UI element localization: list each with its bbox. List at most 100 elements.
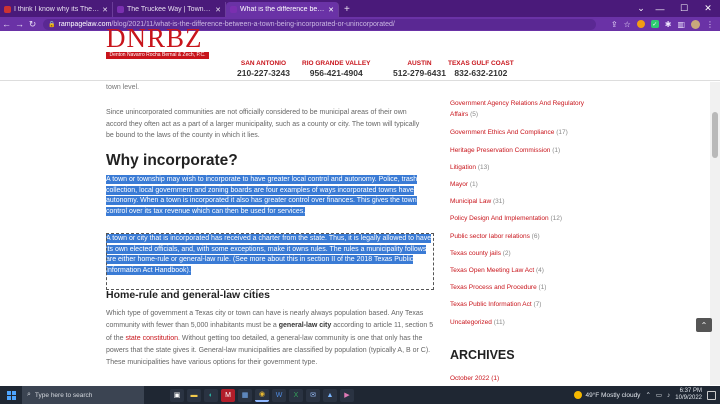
edge-icon[interactable]: ◐: [204, 388, 218, 402]
article-paragraph: Which type of government a Texas city or…: [106, 308, 436, 369]
category-count: (4): [536, 267, 544, 274]
office-city: TEXAS GULF COAST: [448, 60, 514, 67]
taskbar-search[interactable]: ⌕ Type here to search: [22, 386, 144, 404]
sidebar-categories: Government Agency Relations And Regulato…: [450, 82, 610, 386]
category-link[interactable]: Policy Design And Implementation (12): [450, 215, 562, 222]
category-link[interactable]: Public sector labor relations (6): [450, 233, 540, 240]
new-tab-button[interactable]: +: [339, 2, 355, 17]
category-count: (12): [550, 215, 563, 222]
notifications-icon[interactable]: [707, 390, 716, 400]
system-clock[interactable]: 6:37 PM 10/9/2022: [675, 388, 702, 402]
archive-link[interactable]: October 2022 (1): [450, 375, 499, 382]
office-austin: AUSTIN 512-279-6431: [393, 60, 446, 78]
category-link[interactable]: Heritage Preservation Commission (1): [450, 147, 560, 154]
bold-term: general-law city: [278, 322, 332, 330]
category-link[interactable]: Municipal Law (31): [450, 198, 505, 205]
logo-subtitle: Denton Navarro Rocha Bernal & Zech, P.C.: [106, 52, 209, 59]
tray-chevron-icon[interactable]: ⌃: [645, 391, 650, 399]
category-count: (11): [493, 319, 505, 326]
start-button[interactable]: [0, 386, 22, 404]
excel-icon[interactable]: X: [289, 388, 303, 402]
sidebar-icon[interactable]: ▥: [677, 20, 685, 29]
mcafee-icon[interactable]: M: [221, 388, 235, 402]
extension-icons: ⇪ ☆ ✓ ✱ ▥ ⋮: [611, 19, 720, 29]
office-phone[interactable]: 956-421-4904: [302, 68, 371, 78]
category-count: (1): [552, 147, 561, 154]
selected-paragraph: A town or city that is incorporated has …: [106, 234, 434, 276]
category-count: (5): [470, 111, 479, 118]
category-link[interactable]: Government Agency Relations And Regulato…: [450, 98, 600, 120]
extensions-puzzle-icon[interactable]: ✱: [665, 20, 672, 29]
search-icon: ⌕: [27, 391, 31, 398]
category-link[interactable]: Government Ethics And Compliance (17): [450, 129, 568, 136]
file-explorer-icon[interactable]: ▬: [187, 388, 201, 402]
back-icon[interactable]: ←: [0, 17, 13, 31]
category-link[interactable]: Texas Process and Procedure (1): [450, 284, 546, 291]
word-icon[interactable]: W: [272, 388, 286, 402]
office-san-antonio: SAN ANTONIO 210-227-3243: [237, 60, 290, 78]
close-tab-icon[interactable]: ✕: [102, 6, 108, 14]
archives-heading: ARCHIVES: [450, 348, 515, 362]
taskbar-apps: ▣ ▬ ◐ M ▦ ◉ W X ✉ ▲ ▶: [170, 388, 354, 402]
category-link[interactable]: Texas county jails (2): [450, 250, 511, 257]
forward-icon[interactable]: →: [13, 17, 26, 31]
mail-icon[interactable]: ✉: [306, 388, 320, 402]
category-label: Municipal Law: [450, 198, 492, 205]
category-label: Litigation: [450, 164, 477, 171]
category-link[interactable]: Litigation (13): [450, 164, 489, 171]
office-city: SAN ANTONIO: [240, 60, 287, 67]
office-city: RIO GRANDE VALLEY: [302, 60, 371, 67]
selected-paragraph: A town or township may wish to incorpora…: [106, 175, 434, 217]
state-constitution-link[interactable]: state constitution: [125, 335, 178, 342]
logo-text: DNRBZ: [106, 23, 203, 53]
profile-avatar-icon[interactable]: [691, 19, 700, 29]
media-icon[interactable]: ▶: [340, 388, 354, 402]
office-phone[interactable]: 512-279-6431: [393, 68, 446, 78]
lock-icon: 🔒: [48, 21, 56, 28]
extension-check-icon[interactable]: ✓: [650, 20, 659, 28]
extension-orange-icon[interactable]: [636, 20, 645, 28]
category-label: Texas county jails: [450, 250, 501, 257]
scrollbar-thumb[interactable]: [712, 112, 718, 158]
task-view-icon[interactable]: ▣: [170, 388, 184, 402]
close-tab-icon[interactable]: ✕: [215, 6, 221, 14]
category-label: Mayor: [450, 181, 469, 188]
weather-text: 49°F Mostly cloudy: [585, 391, 641, 399]
youtube-favicon-icon: [4, 6, 11, 13]
category-count: (17): [556, 129, 568, 136]
category-link[interactable]: Texas Open Meeting Law Act (4): [450, 267, 544, 274]
minimize-icon[interactable]: —: [648, 0, 672, 17]
close-tab-icon[interactable]: ✕: [328, 6, 334, 14]
reload-icon[interactable]: ↻: [26, 17, 39, 31]
menu-dots-icon[interactable]: ⋮: [706, 20, 714, 29]
chrome-icon[interactable]: ◉: [255, 388, 269, 402]
close-window-icon[interactable]: ✕: [696, 0, 720, 17]
photos-icon[interactable]: ▲: [323, 388, 337, 402]
category-link[interactable]: Uncategorized (11): [450, 319, 505, 326]
category-count: (7): [533, 301, 542, 308]
office-rio-grande-valley: RIO GRANDE VALLEY 956-421-4904: [302, 60, 371, 78]
category-link[interactable]: Mayor (1): [450, 181, 478, 188]
category-label: Texas Process and Procedure: [450, 284, 537, 291]
category-link[interactable]: Texas Public Information Act (7): [450, 301, 541, 308]
browser-tab-3-active[interactable]: What is the difference between ✕: [226, 2, 339, 17]
browser-tab-2[interactable]: The Truckee Way | Town of Truck ✕: [113, 2, 226, 17]
volume-icon[interactable]: ♪: [667, 392, 670, 399]
browser-tab-1[interactable]: I think I know why its The Truck ✕: [0, 2, 113, 17]
bookmark-star-icon[interactable]: ☆: [624, 20, 631, 29]
category-label: Heritage Preservation Commission: [450, 147, 551, 154]
scroll-to-top-button[interactable]: ⌃: [696, 318, 712, 332]
store-icon[interactable]: ▦: [238, 388, 252, 402]
maximize-icon[interactable]: ☐: [672, 0, 696, 17]
office-phone[interactable]: 210-227-3243: [237, 68, 290, 78]
weather-widget[interactable]: 49°F Mostly cloudy: [574, 391, 640, 399]
category-label: Policy Design And Implementation: [450, 215, 549, 222]
site-logo[interactable]: DNRBZ Denton Navarro Rocha Bernal & Zech…: [106, 23, 209, 59]
share-icon[interactable]: ⇪: [611, 20, 618, 29]
clock-time: 6:37 PM: [679, 388, 702, 394]
office-phone[interactable]: 832-632-2102: [448, 68, 514, 78]
tab-search-icon[interactable]: ⌄: [634, 0, 648, 17]
system-tray: 49°F Mostly cloudy ⌃ ▭ ♪ 6:37 PM 10/9/20…: [574, 388, 720, 402]
network-icon[interactable]: ▭: [656, 391, 662, 399]
clock-date: 10/9/2022: [675, 395, 702, 401]
